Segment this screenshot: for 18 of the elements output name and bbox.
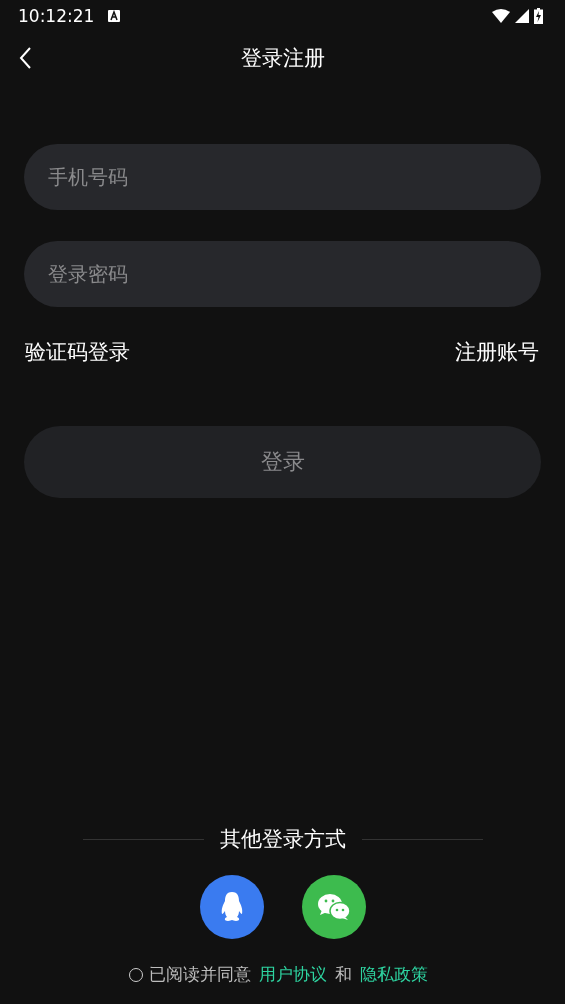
conjunction-text: 和 bbox=[335, 963, 352, 986]
signal-icon bbox=[515, 9, 529, 23]
keyboard-icon bbox=[108, 10, 121, 22]
section-title: 其他登录方式 bbox=[219, 826, 346, 853]
penguin-icon bbox=[219, 892, 244, 922]
login-button[interactable]: 登录 bbox=[24, 426, 541, 498]
chat-bubbles-icon bbox=[316, 893, 351, 921]
clock: 10:12:21 bbox=[18, 6, 95, 26]
phone-field[interactable]: 手机号码 bbox=[24, 144, 541, 210]
privacy-policy-link[interactable]: 隐私政策 bbox=[360, 963, 428, 986]
password-field[interactable]: 登录密码 bbox=[24, 241, 541, 307]
register-link[interactable]: 注册账号 bbox=[455, 338, 539, 366]
code-login-link[interactable]: 验证码登录 bbox=[25, 338, 130, 366]
page-title: 登录注册 bbox=[240, 45, 325, 72]
user-agreement-link[interactable]: 用户协议 bbox=[259, 963, 327, 986]
agreement-text: 已阅读并同意 bbox=[149, 963, 251, 986]
battery-icon bbox=[534, 8, 543, 24]
wifi-icon bbox=[492, 9, 510, 23]
